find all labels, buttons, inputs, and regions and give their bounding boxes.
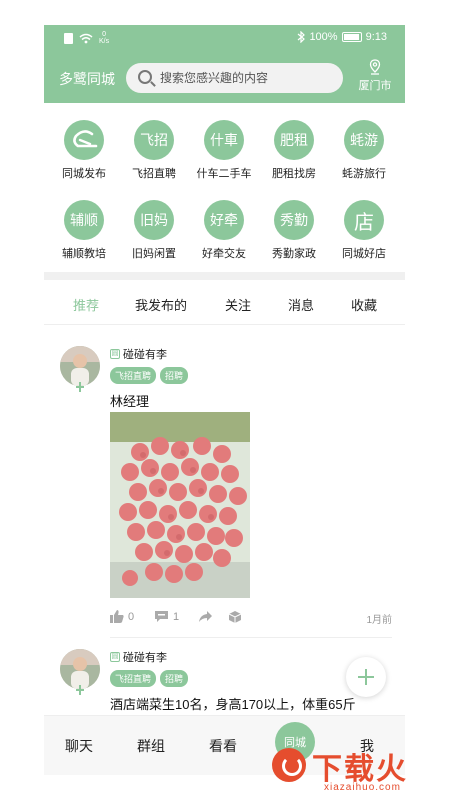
publish-icon — [64, 120, 104, 160]
tab-my-posts[interactable]: 我发布的 — [126, 295, 196, 314]
post-time: 1月前 — [366, 615, 392, 626]
post-text: 林经理 — [110, 394, 150, 409]
category-travel[interactable]: 蚝游 蚝游旅行 — [331, 120, 397, 181]
tag-recruit[interactable]: 招聘 — [160, 367, 189, 384]
share-button[interactable] — [198, 610, 213, 623]
shop-icon: 店 — [344, 200, 384, 240]
wifi-icon — [79, 33, 93, 43]
username[interactable]: 碰碰有李 — [123, 649, 167, 665]
tabs-underline — [44, 324, 405, 325]
favorite-button[interactable] — [228, 610, 242, 624]
category-dating[interactable]: 好牵 好牵交友 — [191, 200, 257, 261]
category-rent[interactable]: 肥租 肥租找房 — [261, 120, 327, 181]
battery-percent: 100% — [309, 31, 338, 43]
tab-following[interactable]: 关注 — [203, 295, 273, 314]
thumbs-up-icon — [110, 610, 124, 623]
nav-groups[interactable]: 群组 — [126, 736, 176, 756]
rent-icon: 肥租 — [274, 120, 314, 160]
network-speed: 0 K/s — [99, 31, 110, 45]
tag-recruit[interactable]: 招聘 — [160, 670, 189, 687]
nav-chat[interactable]: 聊天 — [54, 736, 104, 756]
feed-tabs: 推荐 我发布的 关注 消息 收藏 — [44, 287, 405, 323]
follow-plus-icon[interactable] — [76, 382, 84, 392]
tag-jobs[interactable]: 飞招直聘 — [110, 670, 157, 687]
bluetooth-icon — [298, 31, 306, 43]
tab-favorites[interactable]: 收藏 — [329, 295, 399, 314]
comment-button[interactable]: 1 — [154, 610, 179, 623]
category-housekeeping[interactable]: 秀勤 秀勤家政 — [261, 200, 327, 261]
like-button[interactable]: 0 — [110, 610, 134, 623]
tab-recommended[interactable]: 推荐 — [51, 295, 121, 314]
category-publish[interactable]: 同城发布 — [51, 120, 117, 181]
header: 0 K/s 100% 9:13 多鹭同城 搜索您感兴趣的内容 厦门市 — [44, 25, 405, 103]
sim-icon — [64, 32, 73, 44]
avatar[interactable] — [60, 346, 100, 386]
post-actions: 0 1 1月前 — [110, 610, 392, 626]
section-divider — [44, 272, 405, 280]
secondhand-icon: 旧妈 — [134, 200, 174, 240]
app-screen: 0 K/s 100% 9:13 多鹭同城 搜索您感兴趣的内容 厦门市 同城发布 … — [44, 25, 405, 775]
download-logo-icon — [272, 748, 306, 782]
nav-watch[interactable]: 看看 — [198, 736, 248, 756]
post-text: 酒店端菜生10名，身高170以上，体重65斤 — [110, 697, 356, 712]
battery-icon — [341, 32, 362, 42]
app-title: 多鹭同城 — [59, 71, 115, 87]
category-used-cars[interactable]: 什車 什车二手车 — [191, 120, 257, 181]
post-tags: 飞招直聘 招聘 — [110, 670, 189, 687]
user-badge-icon: 圆 — [110, 349, 120, 359]
post-tags: 飞招直聘 招聘 — [110, 367, 189, 384]
location-pin-icon — [369, 59, 381, 75]
follow-plus-icon[interactable] — [76, 685, 84, 695]
status-bar: 0 K/s 100% 9:13 — [44, 25, 405, 51]
post-divider — [110, 637, 392, 638]
tab-messages[interactable]: 消息 — [266, 295, 336, 314]
box-icon — [228, 611, 242, 623]
comment-icon — [155, 611, 168, 622]
city-selector[interactable]: 厦门市 — [352, 59, 398, 95]
tag-jobs[interactable]: 飞招直聘 — [110, 367, 157, 384]
category-education[interactable]: 辅顺 辅顺教培 — [51, 200, 117, 261]
category-shops[interactable]: 店 同城好店 — [331, 200, 397, 261]
jobs-icon: 飞招 — [134, 120, 174, 160]
category-secondhand[interactable]: 旧妈 旧妈闲置 — [121, 200, 187, 261]
travel-icon: 蚝游 — [344, 120, 384, 160]
username[interactable]: 碰碰有李 — [123, 346, 167, 362]
search-input[interactable] — [160, 63, 335, 93]
dating-icon: 好牵 — [204, 200, 244, 240]
watermark-logo: 下载火 xiazaihuo.com — [268, 740, 446, 798]
category-jobs[interactable]: 飞招 飞招直聘 — [121, 120, 187, 181]
comment-count: 1 — [173, 610, 180, 623]
add-post-button[interactable] — [346, 657, 386, 697]
housekeeping-icon: 秀勤 — [274, 200, 314, 240]
clock: 9:13 — [365, 31, 387, 43]
post-image-lychees[interactable] — [110, 412, 250, 598]
search-bar[interactable] — [126, 63, 343, 93]
city-label: 厦门市 — [358, 80, 392, 92]
watermark-domain: xiazaihuo.com — [324, 782, 401, 793]
share-icon — [199, 611, 212, 622]
user-badge-icon: 圆 — [110, 652, 120, 662]
search-icon — [138, 70, 152, 84]
education-icon: 辅顺 — [64, 200, 104, 240]
used-cars-icon: 什車 — [204, 120, 244, 160]
avatar[interactable] — [60, 649, 100, 689]
like-count: 0 — [128, 610, 135, 623]
category-grid: 同城发布 飞招 飞招直聘 什車 什车二手车 肥租 肥租找房 蚝游 蚝游旅行 辅顺… — [44, 120, 405, 270]
